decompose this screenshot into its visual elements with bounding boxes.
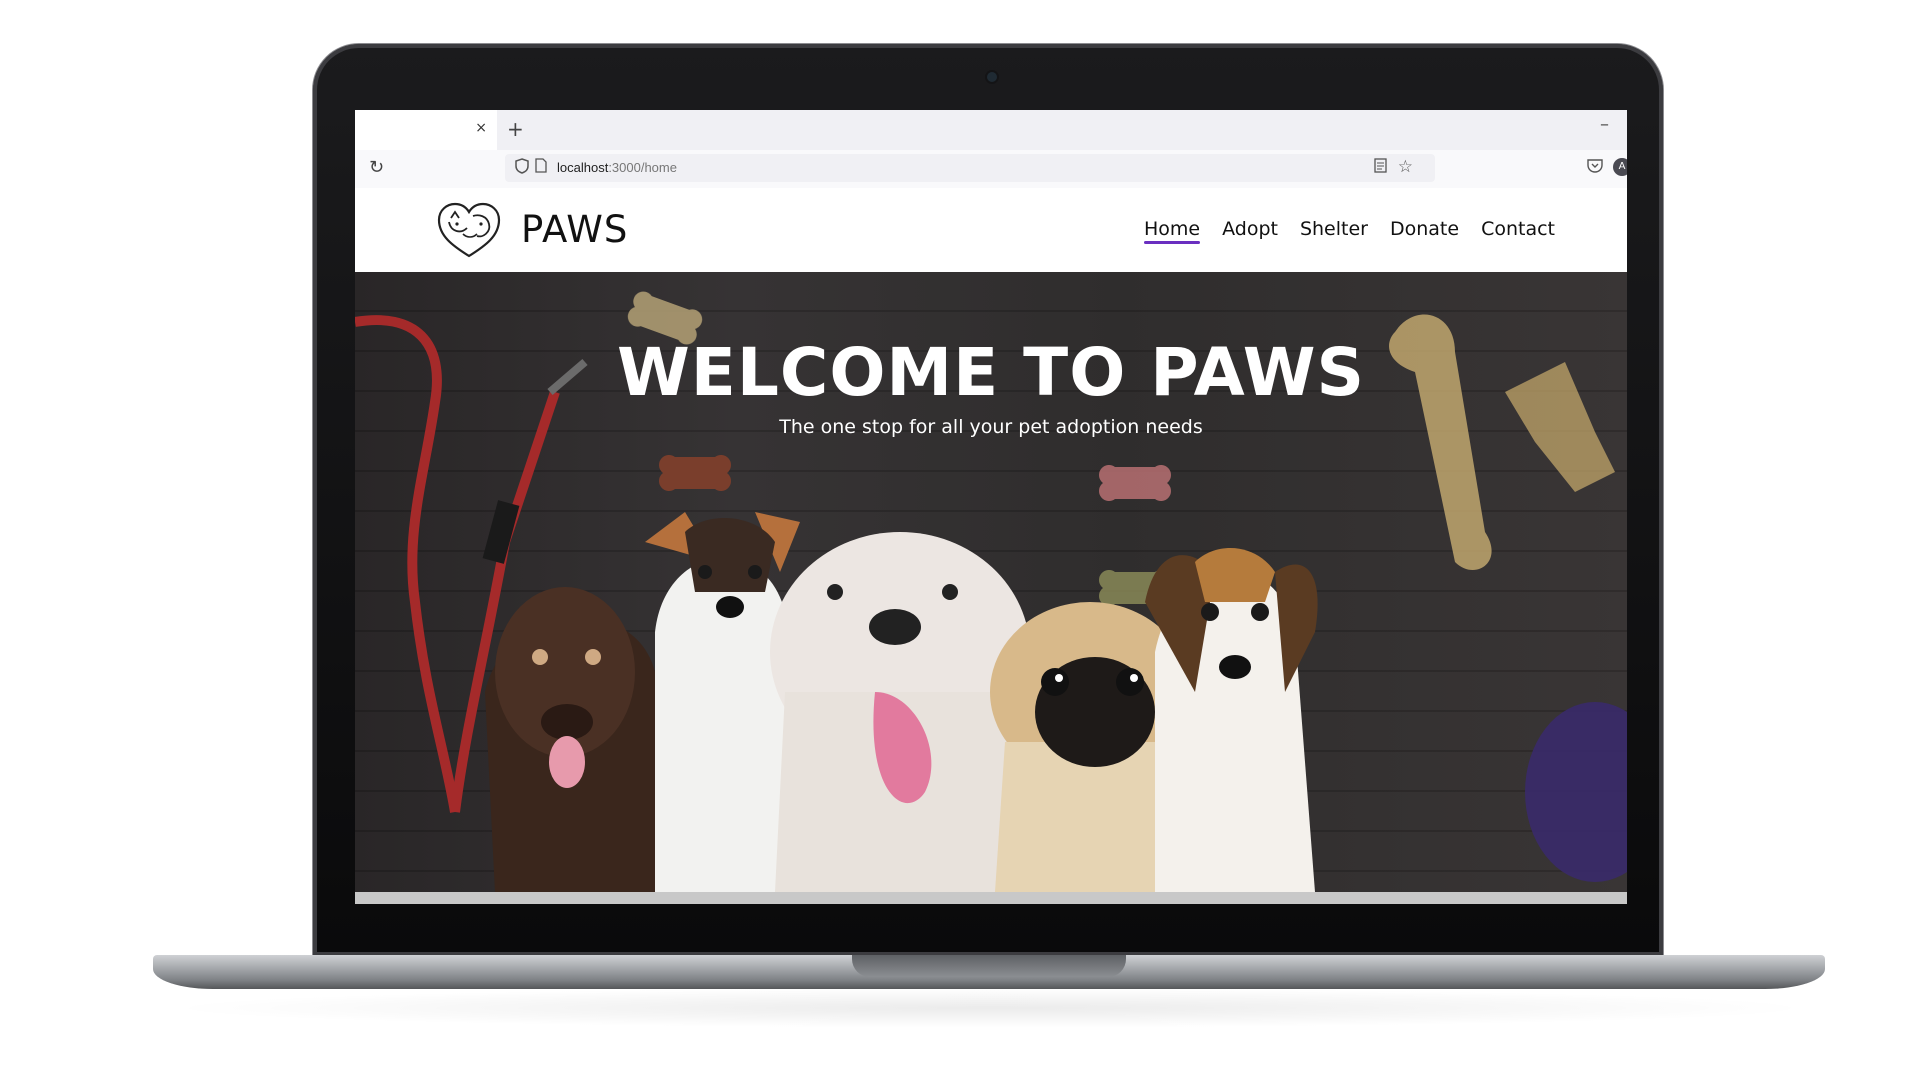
hero-title: WELCOME TO PAWS [616,334,1366,411]
browser-tab[interactable]: × [355,110,497,150]
bookmark-star-icon[interactable]: ☆ [1398,157,1413,177]
pocket-icon[interactable] [1587,158,1603,177]
laptop-screen: × + – ↻ localhost:3000/home ☆ A PAWS Hom… [355,110,1627,904]
browser-tab-bar: × + – [355,110,1627,150]
browser-toolbar: ↻ localhost:3000/home ☆ A [355,150,1627,189]
brand-name[interactable]: PAWS [521,208,628,251]
hero-subtitle: The one stop for all your pet adoption n… [779,416,1203,438]
paws-logo[interactable] [433,198,505,262]
address-bar[interactable]: localhost:3000/home ☆ [505,154,1435,182]
hero-section: WELCOME TO PAWS The one stop for all you… [355,272,1627,892]
page-bottom-strip [355,892,1627,904]
laptop-hinge-notch [852,955,1126,977]
reload-icon[interactable]: ↻ [369,157,384,178]
main-nav: Home Adopt Shelter Donate Contact [1143,218,1555,244]
shield-icon[interactable] [515,158,529,178]
url-text[interactable]: localhost:3000/home [557,160,677,175]
nav-shelter[interactable]: Shelter [1300,218,1368,244]
site-header: PAWS Home Adopt Shelter Donate Contact [355,188,1627,272]
laptop-shadow [160,988,1820,1028]
nav-adopt[interactable]: Adopt [1222,218,1278,244]
minimize-button[interactable]: – [1600,114,1609,135]
reader-view-icon[interactable] [1374,158,1387,177]
close-tab-icon[interactable]: × [475,120,487,136]
nav-home[interactable]: Home [1143,218,1201,244]
puppies [485,512,1318,892]
url-path: :3000/home [608,160,677,175]
url-host: localhost [557,160,609,175]
webcam [987,72,997,82]
nav-contact[interactable]: Contact [1481,218,1555,244]
new-tab-button[interactable]: + [507,117,524,141]
nav-donate[interactable]: Donate [1390,218,1459,244]
page-icon [535,158,547,177]
account-icon[interactable]: A [1613,158,1627,176]
